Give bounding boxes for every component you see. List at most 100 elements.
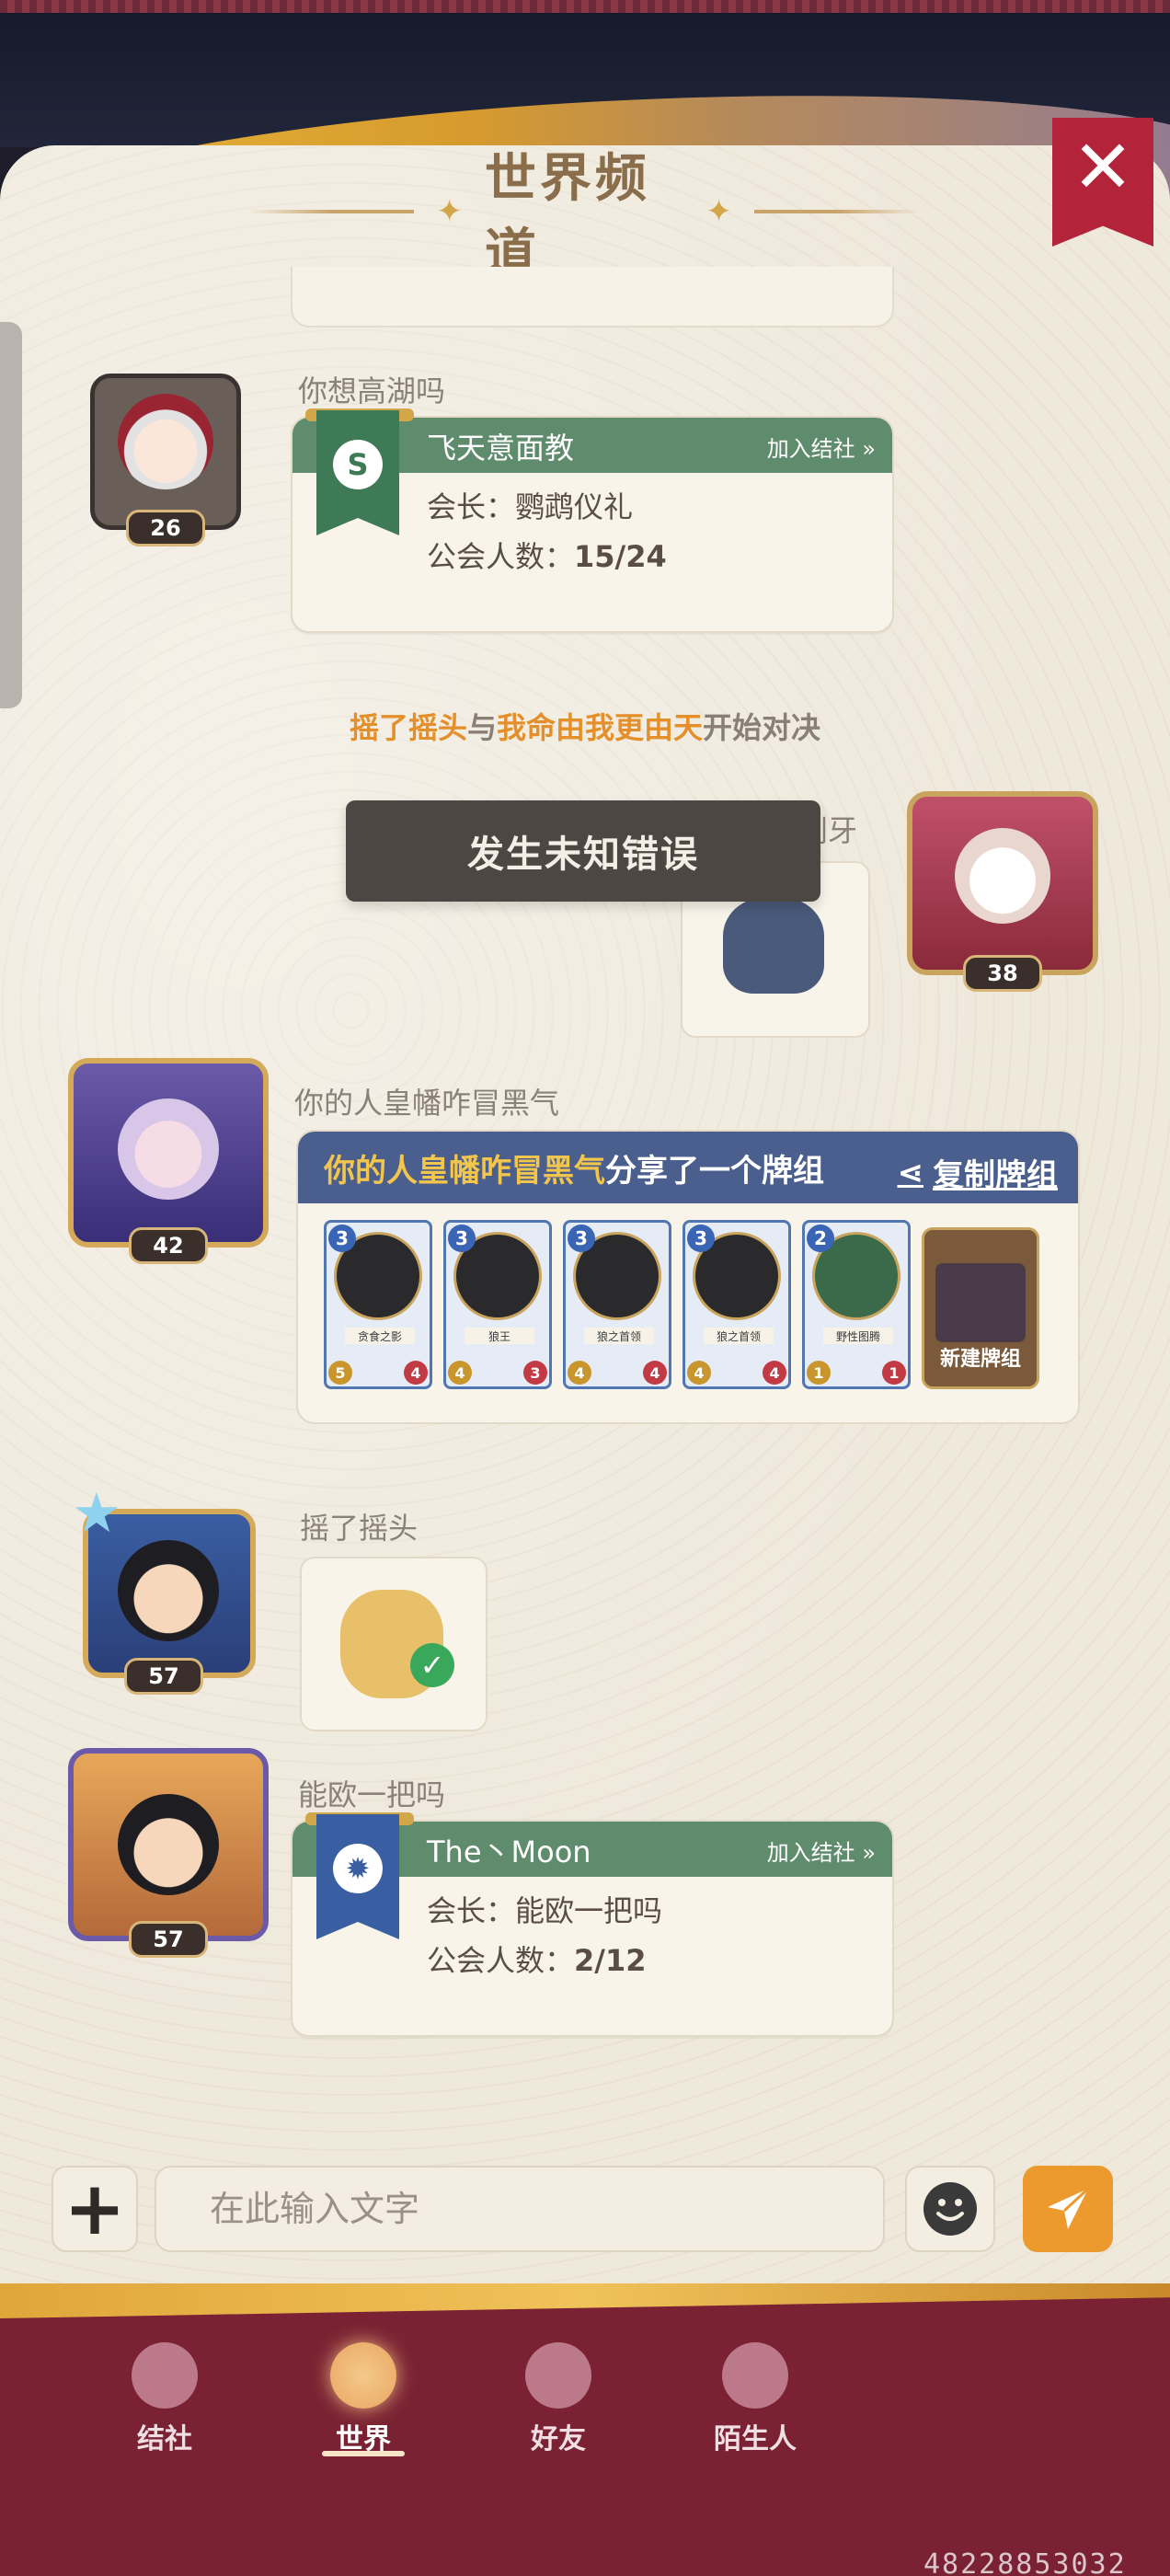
smiley-icon	[923, 2182, 977, 2236]
join-guild-button[interactable]: 加入结社 »	[767, 1834, 876, 1867]
avatar[interactable]: 26	[90, 374, 241, 546]
deck-box-icon	[935, 1263, 1026, 1342]
card-cost: 3	[568, 1225, 595, 1252]
share-text: 分享了一个牌组	[605, 1152, 824, 1190]
share-user[interactable]: 你的人皇幡咋冒黑气	[324, 1145, 605, 1190]
card-name: 狼王	[465, 1328, 534, 1344]
card-attack: 4	[687, 1361, 711, 1385]
error-toast: 发生未知错误	[346, 800, 820, 902]
tab-strangers[interactable]: 陌生人	[686, 2342, 824, 2462]
title-bar: ✦ 世界频道 ✦	[248, 149, 920, 283]
level-badge: 57	[124, 1658, 203, 1695]
level-badge: 57	[129, 1921, 208, 1958]
previous-message-bubble	[291, 267, 894, 328]
side-drawer-handle[interactable]	[0, 322, 22, 708]
copy-deck-button[interactable]: ⋖ 复制牌组	[898, 1150, 1059, 1195]
system-message: 摇了摇头与我命由我更由天开始对决	[0, 705, 1170, 747]
sparkle-icon: ✦	[705, 193, 732, 230]
avatar[interactable]: 42	[68, 1058, 269, 1264]
leader-name: 能欧一把吗	[515, 1893, 663, 1928]
watermark-id: 48228853032	[923, 2548, 1127, 2576]
guild-invite-card: ✹ The丶Moon 加入结社 » 会长：能欧一把吗 公会人数：2/12	[291, 1812, 894, 2037]
dragon-emblem-icon: S	[333, 440, 383, 489]
card-health: 1	[882, 1361, 906, 1385]
avatar-portrait	[955, 828, 1050, 924]
card-health: 3	[523, 1361, 547, 1385]
tab-label: 陌生人	[714, 2423, 797, 2455]
card-health: 4	[643, 1361, 667, 1385]
deck-card[interactable]: 2 野性图腾 1 1	[802, 1220, 911, 1389]
deck-card[interactable]: 3 狼之首领 4 4	[682, 1220, 791, 1389]
avatar-portrait	[118, 394, 213, 489]
avatar-portrait	[118, 1098, 219, 1200]
card-attack: 5	[328, 1361, 352, 1385]
avatar[interactable]: 38	[907, 791, 1098, 992]
card-attack: 4	[568, 1361, 591, 1385]
title-ornament-right	[753, 210, 920, 213]
card-name: 野性图腾	[823, 1328, 893, 1344]
check-icon: ✓	[410, 1643, 454, 1687]
system-action: 开始对决	[703, 710, 821, 745]
card-cost: 3	[448, 1225, 476, 1252]
card-cost: 3	[687, 1225, 715, 1252]
handshake-icon	[525, 2342, 591, 2409]
tab-world[interactable]: 世界	[294, 2342, 432, 2462]
card-name: 狼之首领	[584, 1328, 654, 1344]
deck-share-card: 你的人皇幡咋冒黑气 分享了一个牌组 ⋖ 复制牌组 3 贪食之影 5 4 3 狼王 …	[296, 1130, 1080, 1424]
guild-name: 飞天意面教	[427, 431, 575, 466]
deck-card[interactable]: 3 狼之首领 4 4	[563, 1220, 671, 1389]
share-icon: ⋖	[897, 1154, 924, 1191]
send-button[interactable]	[1023, 2166, 1113, 2252]
tab-friends[interactable]: 好友	[489, 2342, 627, 2462]
join-guild-button[interactable]: 加入结社 »	[767, 431, 876, 463]
new-deck-button[interactable]: 新建牌组	[922, 1227, 1039, 1389]
members-label: 公会人数：	[427, 539, 575, 574]
sticker-bubble: ✓	[300, 1557, 488, 1731]
level-badge: 26	[126, 510, 205, 546]
add-button[interactable]: +	[52, 2166, 138, 2252]
title-ornament-left	[248, 210, 415, 213]
stranger-icon	[722, 2342, 788, 2409]
deck-card[interactable]: 3 狼王 4 3	[443, 1220, 552, 1389]
sender-name: 你的人皇幡咋冒黑气	[294, 1086, 560, 1121]
tab-guild[interactable]: 结社	[96, 2342, 234, 2462]
card-health: 4	[763, 1361, 786, 1385]
star-icon: ★	[72, 1481, 121, 1546]
card-name: 贪食之影	[345, 1328, 415, 1344]
sender-name: 你想高湖吗	[298, 374, 446, 408]
avatar[interactable]: ★ 57	[72, 1481, 256, 1695]
avatar-portrait	[118, 1794, 219, 1895]
bear-sticker-icon	[723, 898, 824, 994]
tab-label: 好友	[531, 2423, 586, 2455]
plus-icon: +	[63, 2166, 126, 2251]
tab-label: 结社	[137, 2423, 192, 2455]
card-attack: 1	[807, 1361, 831, 1385]
deck-card[interactable]: 3 贪食之影 5 4	[324, 1220, 432, 1389]
card-cost: 2	[807, 1225, 834, 1252]
sparkle-icon: ✦	[436, 193, 463, 230]
guild-members: 公会人数：2/12	[427, 1938, 647, 1980]
card-cost: 3	[328, 1225, 356, 1252]
members-value: 2/12	[574, 1943, 647, 1978]
emoji-button[interactable]	[905, 2166, 995, 2252]
leader-name: 鹦鹉仪礼	[515, 489, 634, 524]
new-deck-label: 新建牌组	[939, 1348, 1021, 1371]
sender-name: 能欧一把吗	[298, 1777, 446, 1812]
avatar[interactable]: 57	[68, 1748, 269, 1958]
members-value: 15/24	[574, 539, 667, 574]
sender-name: 摇了摇头	[300, 1511, 419, 1546]
guild-leader: 会长：能欧一把吗	[427, 1888, 662, 1930]
card-health: 4	[404, 1361, 428, 1385]
player-name[interactable]: 我命由我更由天	[497, 710, 703, 745]
leader-label: 会长：	[427, 489, 516, 524]
player-name[interactable]: 摇了摇头	[350, 710, 467, 745]
copy-deck-label: 复制牌组	[933, 1157, 1058, 1194]
avatar-portrait	[118, 1540, 219, 1641]
guild-members: 公会人数：15/24	[427, 534, 667, 576]
page-title: 世界频道	[484, 149, 650, 283]
level-badge: 38	[963, 955, 1042, 992]
chat-input[interactable]	[155, 2166, 885, 2252]
system-connector: 与	[466, 710, 497, 745]
sun-emblem-icon: ✹	[333, 1844, 383, 1893]
members-label: 公会人数：	[427, 1943, 575, 1978]
